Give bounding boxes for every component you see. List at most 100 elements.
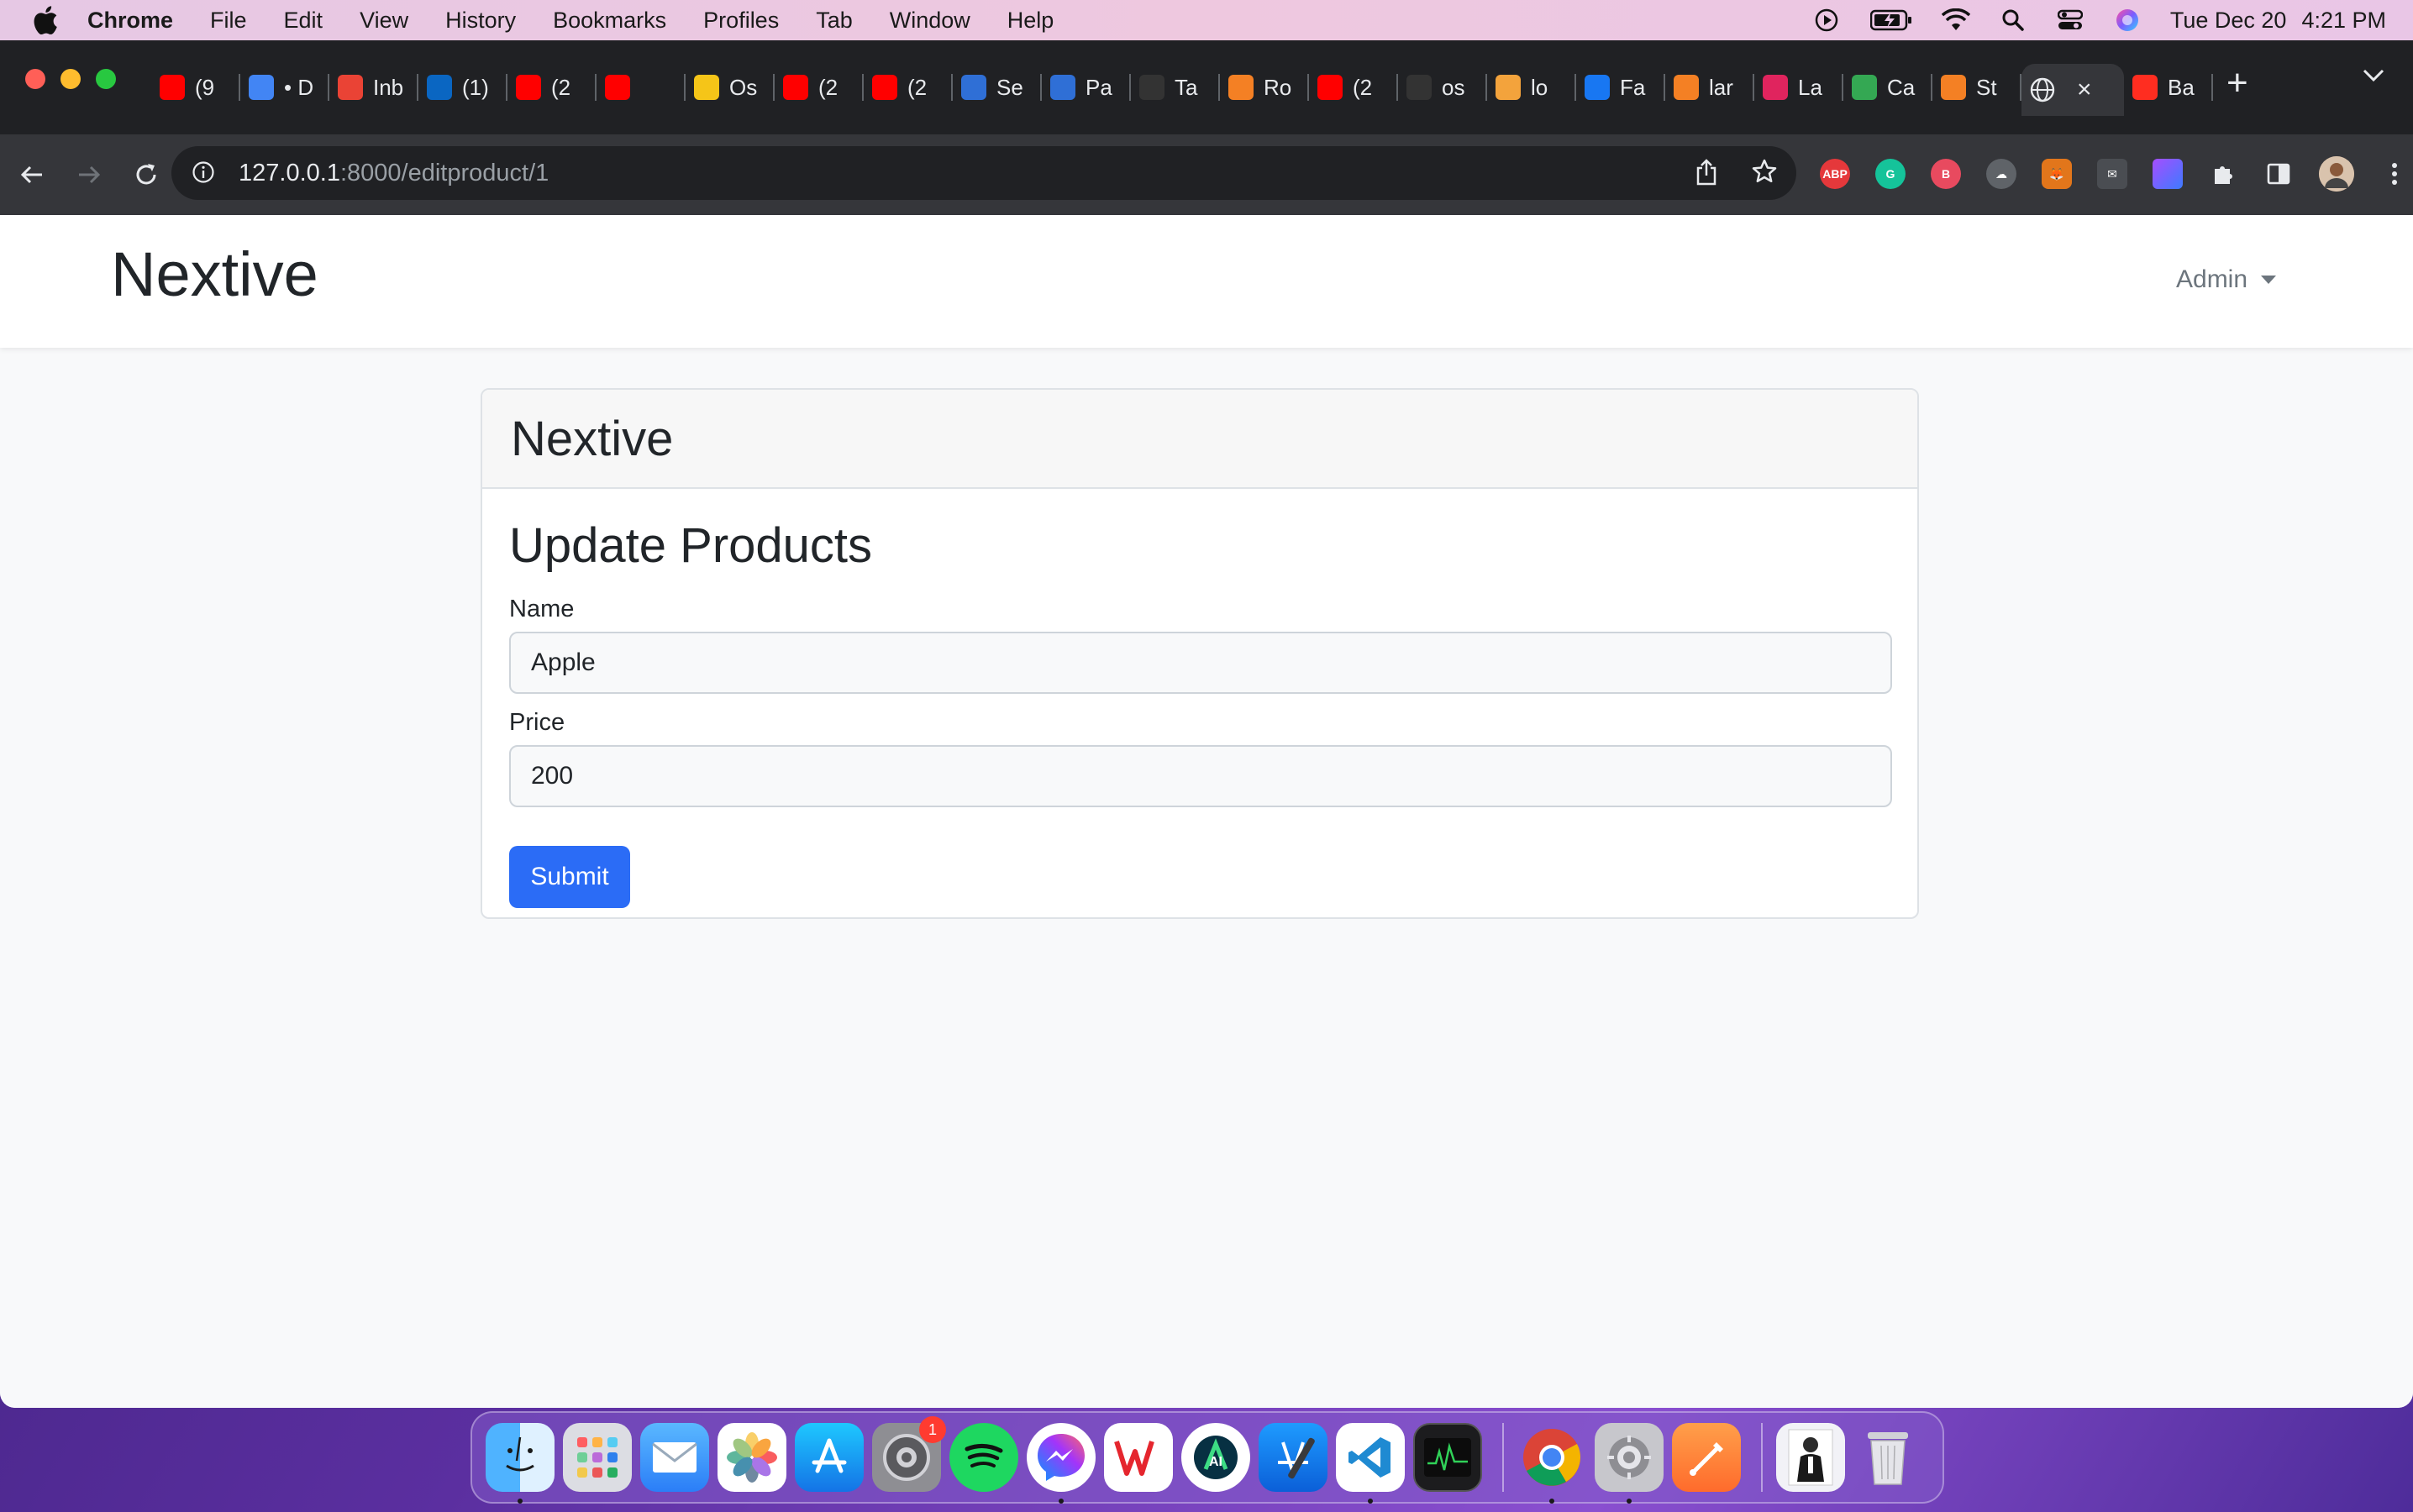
menu-help[interactable]: Help <box>1007 8 1054 34</box>
svg-text:AI: AI <box>1209 1455 1222 1469</box>
wifi-icon[interactable] <box>1941 6 1970 34</box>
browser-tab[interactable]: os <box>1398 64 1487 111</box>
siri-icon[interactable] <box>2113 6 2142 34</box>
site-info-icon[interactable] <box>192 160 217 186</box>
browser-tab[interactable]: (1) <box>418 64 507 111</box>
new-tab-button[interactable]: + <box>2226 62 2248 104</box>
tab-title: Os <box>729 74 758 100</box>
side-panel-icon[interactable] <box>2263 159 2294 189</box>
browser-tab-active[interactable]: × <box>2021 64 2124 116</box>
browser-tab[interactable]: (2 <box>1309 64 1398 111</box>
browser-tab[interactable]: (2 <box>507 64 597 111</box>
browser-tab[interactable]: Ca <box>1843 64 1932 111</box>
menu-edit[interactable]: Edit <box>284 8 323 34</box>
mail-extension-icon[interactable]: ✉ <box>2097 159 2127 189</box>
color-picker-extension-icon[interactable] <box>2153 159 2183 189</box>
tab-title: Fa <box>1620 74 1646 100</box>
browser-tab[interactable]: Se <box>953 64 1042 111</box>
close-tab-icon[interactable]: × <box>2077 76 2092 104</box>
spotify-icon[interactable] <box>949 1423 1018 1492</box>
launchpad-icon[interactable] <box>563 1423 632 1492</box>
app-store-icon[interactable] <box>795 1423 864 1492</box>
browser-tab[interactable]: (2 <box>864 64 953 111</box>
cloud-extension-icon[interactable]: ☁ <box>1986 159 2016 189</box>
clock-time: 4:21 PM <box>2301 7 2386 33</box>
browser-tab[interactable]: Os <box>686 64 775 111</box>
activity-monitor-icon[interactable] <box>1413 1423 1482 1492</box>
tab-search-chevron-icon[interactable] <box>2363 69 2384 87</box>
site-brand[interactable]: Nextive <box>111 239 318 310</box>
browser-tab[interactable]: lo <box>1487 64 1576 111</box>
admin-dropdown[interactable]: Admin <box>2176 265 2277 294</box>
menu-window[interactable]: Window <box>890 8 970 34</box>
browser-tab[interactable]: St <box>1932 64 2021 111</box>
system-preferences-icon[interactable]: 1 <box>872 1416 946 1492</box>
browser-tab[interactable] <box>597 64 686 111</box>
price-label: Price <box>509 709 565 736</box>
browser-tab[interactable]: La <box>1754 64 1843 111</box>
name-input[interactable]: Apple <box>509 632 1892 694</box>
browser-tab[interactable]: Inb <box>329 64 418 111</box>
mail-icon[interactable] <box>640 1423 709 1492</box>
finder-icon[interactable] <box>486 1423 555 1504</box>
menu-file[interactable]: File <box>210 8 247 34</box>
metamask-fox-icon[interactable]: 🦊 <box>2042 159 2072 189</box>
browser-window: (9 • D Inb (1) (2 Os (2 (2 Se Pa Ta Ro (2 os lo Fa lar La… <box>0 40 2413 1408</box>
extensions-puzzle-icon[interactable] <box>2208 159 2238 189</box>
close-window-button[interactable] <box>25 69 45 89</box>
trash-icon[interactable] <box>1853 1423 1922 1492</box>
menu-tab[interactable]: Tab <box>816 8 853 34</box>
menu-view[interactable]: View <box>360 8 408 34</box>
browser-tab[interactable]: Ta <box>1131 64 1220 111</box>
profile-avatar[interactable] <box>2319 156 2354 192</box>
android-studio-icon[interactable]: AI <box>1181 1423 1250 1492</box>
reload-icon[interactable] <box>129 158 163 192</box>
share-icon[interactable] <box>1694 158 1719 193</box>
system-preferences-gear-icon[interactable] <box>1595 1423 1664 1504</box>
xcode-icon[interactable] <box>1259 1423 1327 1492</box>
browser-tab[interactable]: • D <box>240 64 329 111</box>
minimize-window-button[interactable] <box>60 69 81 89</box>
battery-icon[interactable] <box>1869 6 1913 34</box>
browser-tab[interactable]: Ro <box>1220 64 1309 111</box>
tab-favicon-icon <box>694 75 719 100</box>
menu-profiles[interactable]: Profiles <box>703 8 779 34</box>
browser-tab[interactable]: Fa <box>1576 64 1665 111</box>
back-arrow-icon[interactable] <box>15 158 49 192</box>
apple-icon[interactable] <box>29 3 62 37</box>
menu-clock[interactable]: Tue Dec 20 4:21 PM <box>2170 8 2386 34</box>
menu-app-name[interactable]: Chrome <box>87 8 173 34</box>
browser-tab[interactable]: Pa <box>1042 64 1131 111</box>
postman-icon[interactable] <box>1672 1423 1741 1492</box>
tab-favicon-icon <box>1317 75 1343 100</box>
menu-bookmarks[interactable]: Bookmarks <box>553 8 666 34</box>
address-bar[interactable]: 127.0.0.1:8000/editproduct/1 <box>171 146 1796 200</box>
user-folder-icon[interactable] <box>1776 1423 1845 1492</box>
menu-history[interactable]: History <box>445 8 516 34</box>
grammarly-icon[interactable]: G <box>1875 159 1906 189</box>
extension-red-icon[interactable]: B <box>1931 159 1961 189</box>
messenger-icon[interactable] <box>1027 1423 1096 1504</box>
bookmark-star-icon[interactable] <box>1751 158 1778 193</box>
price-input[interactable]: 200 <box>509 745 1892 807</box>
browser-tab[interactable]: lar <box>1665 64 1754 111</box>
chrome-icon[interactable] <box>1517 1423 1586 1504</box>
chrome-menu-icon[interactable] <box>2379 159 2410 189</box>
tab-title: (2 <box>1353 74 1373 100</box>
browser-tab[interactable]: Ba <box>2124 64 2213 111</box>
browser-tab[interactable]: (2 <box>775 64 864 111</box>
screen-recording-icon[interactable] <box>1812 6 1841 34</box>
photos-icon[interactable] <box>718 1423 786 1492</box>
name-label: Name <box>509 596 575 622</box>
tab-title: Ca <box>1887 74 1916 100</box>
forward-arrow-icon[interactable] <box>72 158 106 192</box>
spotlight-search-icon[interactable] <box>1999 6 2027 34</box>
vscode-icon[interactable] <box>1336 1423 1405 1504</box>
submit-button[interactable]: Submit <box>509 846 630 908</box>
browser-toolbar: 127.0.0.1:8000/editproduct/1 ABP G B ☁ 🦊… <box>0 134 2413 215</box>
wps-office-icon[interactable] <box>1104 1423 1173 1492</box>
zoom-window-button[interactable] <box>96 69 116 89</box>
control-center-icon[interactable] <box>2056 6 2084 34</box>
browser-tab[interactable]: (9 <box>151 64 240 111</box>
adblock-plus-icon[interactable]: ABP <box>1820 159 1850 189</box>
